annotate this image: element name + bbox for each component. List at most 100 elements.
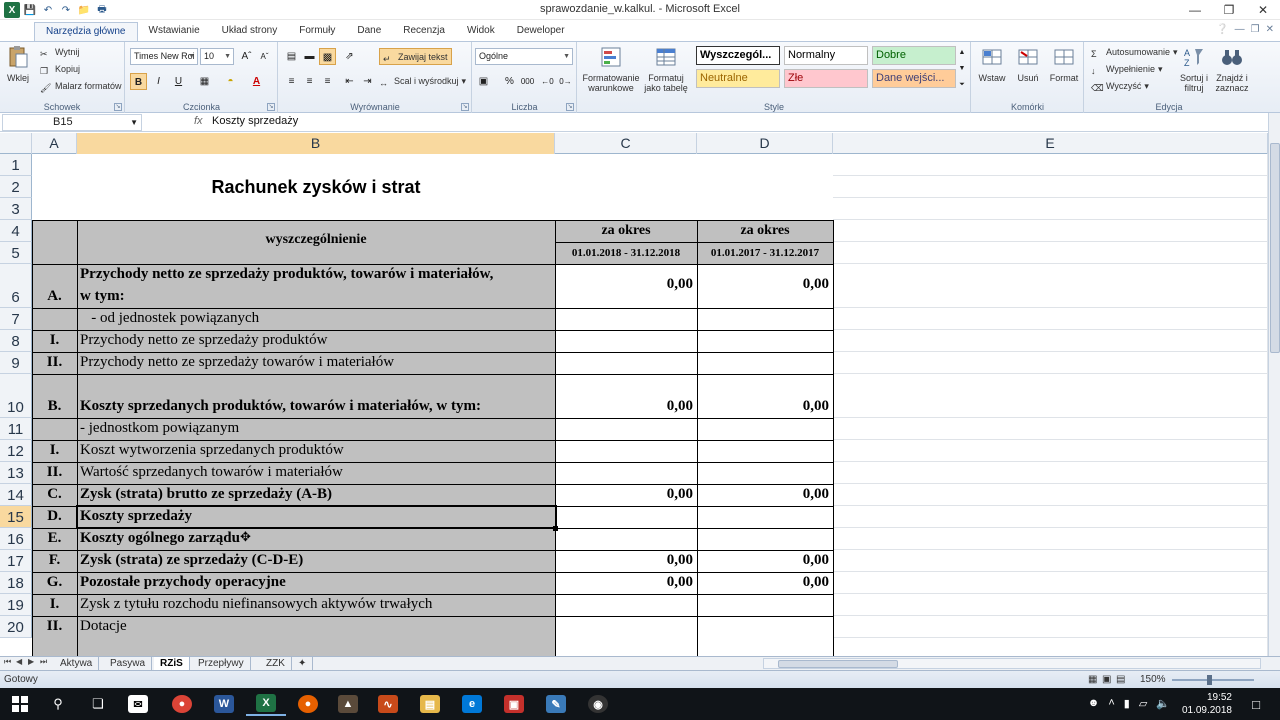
first-sheet-icon[interactable]: ⏮ <box>4 657 11 667</box>
clear-button[interactable]: ⌫ Wyczyść ▾ <box>1091 78 1149 94</box>
format-cells-button[interactable]: Format <box>1048 45 1080 83</box>
ribbon-tab[interactable]: Narzędzia główne <box>34 22 138 41</box>
row-header[interactable]: 7 <box>0 308 32 330</box>
clipboard-launcher-icon[interactable]: ↘ <box>114 103 122 111</box>
row-header[interactable]: 9 <box>0 352 32 374</box>
ribbon-tab[interactable]: Recenzja <box>392 22 456 41</box>
copy-button[interactable]: ❐ Kopiuj <box>40 61 80 77</box>
row-header[interactable]: 10 <box>0 374 32 418</box>
ribbon-tab[interactable]: Układ strony <box>211 22 289 41</box>
people-icon[interactable]: ☻ <box>1088 697 1100 710</box>
formula-input[interactable]: Koszty sprzedaży <box>212 115 298 127</box>
paste-button[interactable]: Wklej <box>4 45 32 83</box>
ribbon-tab[interactable]: Widok <box>456 22 506 41</box>
align-right-icon[interactable]: ≡ <box>319 73 336 90</box>
network-icon[interactable]: ▱ <box>1139 697 1147 710</box>
sheet-tab[interactable]: Przepływy <box>192 657 251 670</box>
font-name-select[interactable]: Times New Roi ▼ <box>130 48 198 65</box>
zoom-level[interactable]: 150% <box>1140 674 1166 685</box>
delete-cells-button[interactable]: Usuń <box>1012 45 1044 83</box>
bold-button[interactable]: B <box>130 73 147 90</box>
fill-color-icon[interactable]: ◓ <box>222 73 239 90</box>
minimize-icon[interactable]: — <box>1178 0 1212 20</box>
task-view-icon[interactable]: ❏ <box>78 692 118 716</box>
thousands-button[interactable]: 000 <box>519 73 536 90</box>
zoom-slider[interactable] <box>1172 675 1254 685</box>
sheet-tab[interactable]: Aktywa <box>54 657 100 670</box>
increase-decimal-icon[interactable]: ←0 <box>539 73 556 90</box>
fill-handle[interactable] <box>553 526 558 531</box>
merge-center-button[interactable]: ↔ Scal i wyśrodkuj ▾ <box>379 73 466 89</box>
selected-cell-b15[interactable] <box>76 505 557 529</box>
vertical-scroll-thumb[interactable] <box>1270 143 1280 353</box>
fill-button[interactable]: ↓ Wypełnienie ▾ <box>1091 61 1162 77</box>
mail-icon[interactable]: ✉ <box>118 692 158 716</box>
increase-indent-icon[interactable]: ⇥ <box>359 73 376 90</box>
windows-start-icon[interactable] <box>0 692 40 716</box>
search-icon[interactable]: ⚲ <box>38 692 78 716</box>
cell-style-option[interactable]: Dane wejści... <box>872 69 956 88</box>
row-header[interactable]: 2 <box>0 176 32 198</box>
column-header[interactable]: E <box>833 133 1268 154</box>
gallery-scroll-down-icon[interactable]: ▼ <box>956 60 968 77</box>
align-top-icon[interactable]: ▤ <box>283 48 300 65</box>
align-center-icon[interactable]: ≡ <box>301 73 318 90</box>
function-icon[interactable]: fx <box>194 115 203 127</box>
obs-icon[interactable]: ◉ <box>578 692 618 716</box>
row-header[interactable]: 8 <box>0 330 32 352</box>
app-icon[interactable]: ▲ <box>328 692 368 716</box>
number-launcher-icon[interactable]: ↘ <box>566 103 574 111</box>
alignment-launcher-icon[interactable]: ↘ <box>461 103 469 111</box>
help-icon[interactable]: ❔ <box>1216 24 1228 35</box>
row-header[interactable]: 15 <box>0 506 32 528</box>
volume-icon[interactable]: 🔈 <box>1156 697 1170 710</box>
row-header[interactable]: 19 <box>0 594 32 616</box>
ribbon-tab[interactable]: Dane <box>346 22 392 41</box>
grow-font-icon[interactable]: Aˆ <box>238 48 255 65</box>
align-middle-icon[interactable]: ▬ <box>301 48 318 65</box>
conditional-formatting-button[interactable]: Formatowanie warunkowe <box>580 45 642 93</box>
last-sheet-icon[interactable]: ⏭ <box>40 657 47 667</box>
format-painter-button[interactable]: 🖌 Malarz formatów <box>40 78 122 94</box>
font-size-select[interactable]: 10 ▼ <box>200 48 234 65</box>
row-header[interactable]: 17 <box>0 550 32 572</box>
row-header[interactable]: 5 <box>0 242 32 264</box>
align-bottom-icon[interactable]: ▩ <box>319 48 336 65</box>
ribbon-tab[interactable]: Deweloper <box>506 22 576 41</box>
row-header[interactable]: 4 <box>0 220 32 242</box>
ribbon-tab[interactable]: Formuły <box>288 22 346 41</box>
chrome-icon[interactable]: ● <box>162 692 202 716</box>
borders-icon[interactable]: ▦ <box>196 73 213 90</box>
paint-icon[interactable]: ✎ <box>536 692 576 716</box>
page-break-view-icon[interactable]: ▤ <box>1116 674 1125 685</box>
normal-view-icon[interactable]: ▦ <box>1088 674 1097 685</box>
row-header[interactable]: 3 <box>0 198 32 220</box>
row-header[interactable]: 16 <box>0 528 32 550</box>
decrease-decimal-icon[interactable]: 0→ <box>557 73 574 90</box>
next-sheet-icon[interactable]: ▶ <box>28 657 34 666</box>
sheet-tab[interactable]: ZZK <box>260 657 292 670</box>
decrease-indent-icon[interactable]: ⇤ <box>341 73 358 90</box>
cut-button[interactable]: ✂ Wytnij <box>40 44 79 60</box>
font-launcher-icon[interactable]: ↘ <box>267 103 275 111</box>
firefox-icon[interactable]: ● <box>288 692 328 716</box>
italic-button[interactable]: I <box>150 73 167 90</box>
pdf-icon[interactable]: ▣ <box>494 692 534 716</box>
row-header[interactable]: 6 <box>0 264 32 308</box>
gallery-more-icon[interactable]: ⏷ <box>956 76 968 93</box>
ribbon-tab[interactable]: Wstawianie <box>138 22 211 41</box>
select-all-corner[interactable] <box>0 133 32 154</box>
battery-icon[interactable]: ▮ <box>1124 697 1130 710</box>
row-header[interactable]: 18 <box>0 572 32 594</box>
insert-cells-button[interactable]: Wstaw <box>976 45 1008 83</box>
autosum-button[interactable]: Σ Autosumowanie ▾ <box>1091 44 1178 60</box>
cell-style-option[interactable]: Dobre <box>872 46 956 65</box>
align-left-icon[interactable]: ≡ <box>283 73 300 90</box>
prev-sheet-icon[interactable]: ◀ <box>16 657 22 666</box>
percent-button[interactable]: % <box>501 73 518 90</box>
wrap-text-button[interactable]: ↵ Zawijaj tekst <box>379 48 452 65</box>
column-header[interactable]: C <box>555 133 697 154</box>
gallery-scroll-up-icon[interactable]: ▲ <box>956 44 968 61</box>
cell-style-option[interactable]: Normalny <box>784 46 868 65</box>
word-icon[interactable]: W <box>204 692 244 716</box>
